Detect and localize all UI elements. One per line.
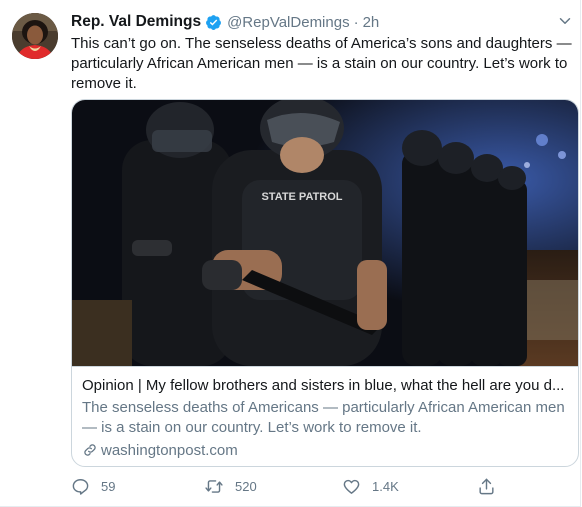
tweet-text: This can’t go on. The senseless deaths o… [71, 35, 572, 92]
tweet-actions: 59 520 1.4K [71, 477, 501, 499]
retweet-icon [205, 480, 223, 493]
retweet-button[interactable]: 520 [204, 477, 257, 496]
card-title[interactable]: Opinion | My fellow brothers and sisters… [82, 376, 572, 396]
card-domain[interactable]: washingtonpost.com [82, 440, 238, 460]
author-handle[interactable]: @RepValDemings [227, 14, 350, 31]
like-button[interactable]: 1.4K [342, 477, 399, 496]
reply-count: 59 [101, 479, 116, 494]
share-button[interactable] [477, 477, 507, 496]
avatar-image [12, 13, 58, 59]
reply-button[interactable]: 59 [71, 477, 115, 496]
card-domain-text: washingtonpost.com [101, 441, 238, 459]
avatar[interactable] [12, 13, 58, 59]
like-count: 1.4K [372, 479, 399, 494]
chevron-down-icon[interactable] [556, 12, 574, 30]
reply-icon [72, 479, 89, 495]
tweet-timestamp[interactable]: 2h [363, 14, 380, 31]
retweet-count: 520 [235, 479, 257, 494]
verified-badge-icon [205, 14, 222, 31]
heart-icon [343, 479, 360, 494]
tweet-header: Rep. Val Demings @RepValDemings · 2h [71, 12, 379, 32]
author-name[interactable]: Rep. Val Demings [71, 13, 201, 31]
share-icon [479, 478, 494, 495]
tweet[interactable]: Rep. Val Demings @RepValDemings · 2h Thi… [0, 0, 581, 507]
link-icon [84, 444, 96, 456]
vest-label: STATE PATROL [261, 191, 342, 203]
link-card[interactable]: STATE PATROL Opinion | My fellow brother… [71, 99, 579, 467]
separator-dot: · [353, 13, 359, 31]
card-image: STATE PATROL [72, 100, 578, 366]
card-description: The senseless deaths of Americans — part… [82, 399, 565, 436]
card-divider [72, 366, 578, 367]
